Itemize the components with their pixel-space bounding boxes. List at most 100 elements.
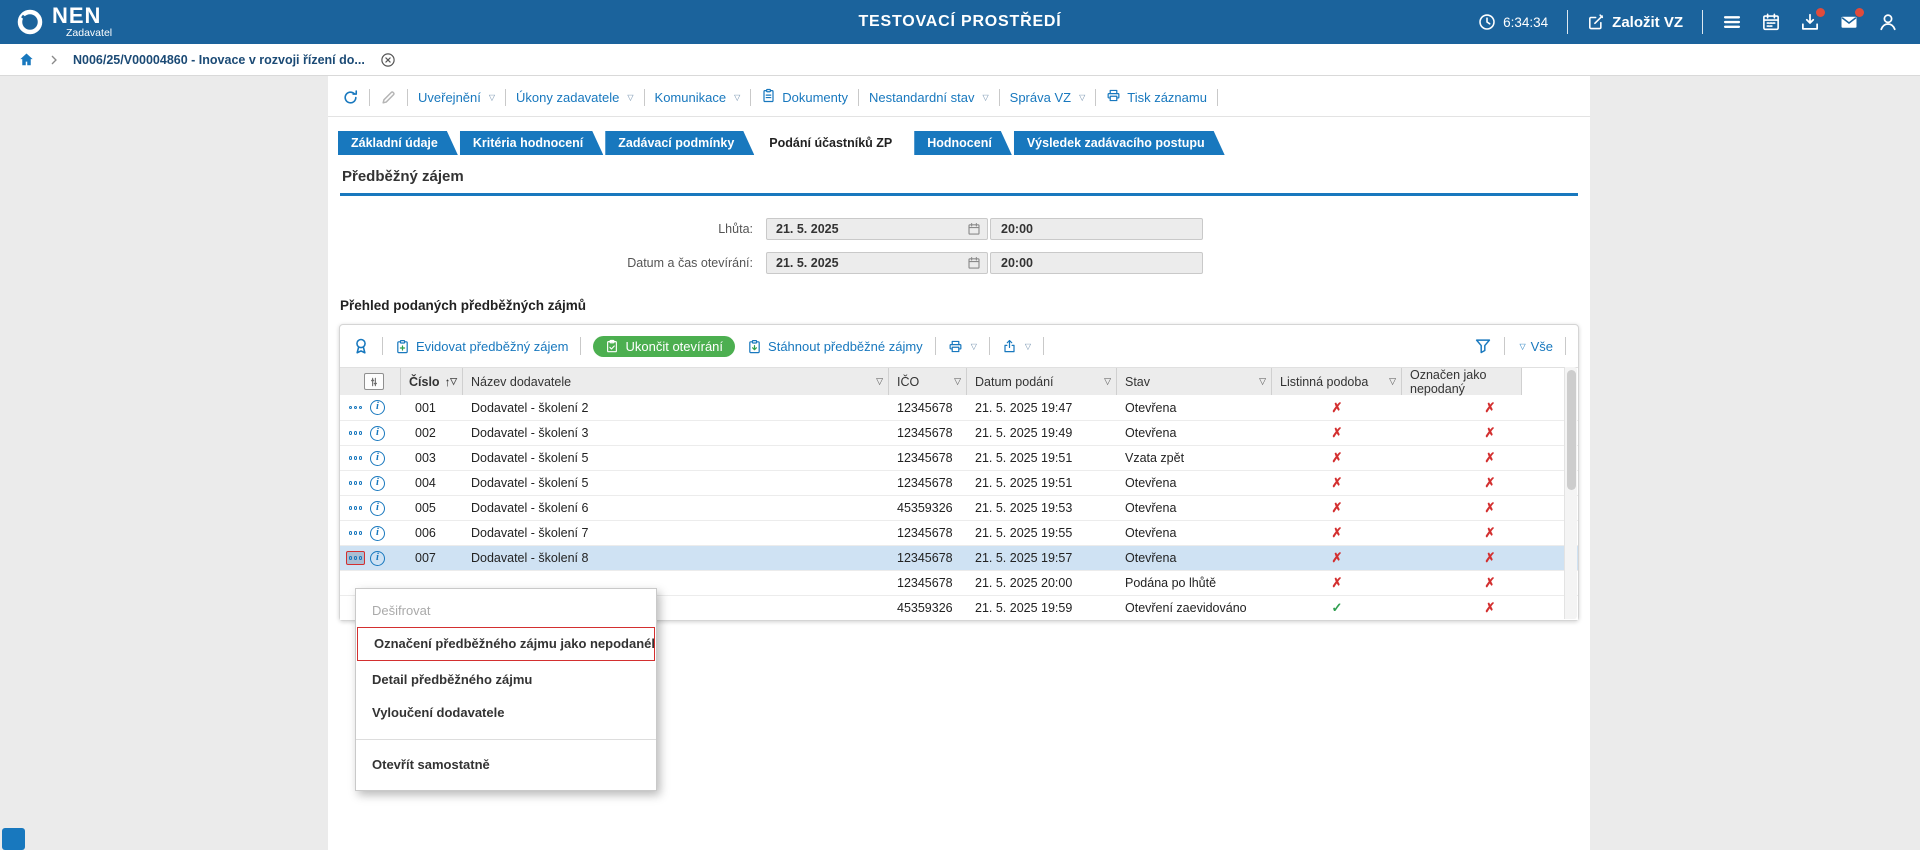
deadline-field-row: Lhůta:21. 5. 202520:00	[328, 218, 1590, 240]
tab-z-kladn-daje[interactable]: Základní údaje	[338, 131, 458, 155]
cross-icon: ✗	[1332, 400, 1343, 416]
tab-zad-vac-podm-nky[interactable]: Zadávací podmínky	[605, 131, 754, 155]
downloads-tray-button[interactable]	[1800, 12, 1820, 32]
calendar-icon[interactable]	[967, 256, 981, 270]
nen-logo[interactable]: NEN Zadavatel	[16, 5, 112, 39]
tab-krit-ria-hodnocen-[interactable]: Kritéria hodnocení	[460, 131, 603, 155]
table-row[interactable]: i004Dodavatel - školení 51234567821. 5. …	[340, 470, 1578, 495]
filter-icon[interactable]: ▽	[876, 376, 883, 387]
calendar-icon[interactable]	[1761, 12, 1781, 32]
logo-text: NEN	[52, 5, 112, 27]
row-info-button[interactable]: i	[370, 551, 385, 566]
corner-widget-button[interactable]	[2, 828, 25, 850]
row-menu-button[interactable]	[346, 426, 365, 440]
create-vz-button[interactable]: Založit VZ	[1587, 13, 1683, 31]
date-input[interactable]: 21. 5. 2025	[766, 252, 988, 274]
record-menu-nestandardn-stav[interactable]: Nestandardní stav▽	[869, 90, 989, 105]
record-menu--kony-zadavatele[interactable]: Úkony zadavatele▽	[516, 90, 634, 105]
menu-item-ozna-en-p-edb-n-ho-z-jmu-jako-nepodan-ho[interactable]: Označení předběžného zájmu jako nepodané…	[357, 627, 655, 661]
row-info-button[interactable]: i	[370, 400, 385, 415]
row-menu-button[interactable]	[346, 526, 365, 540]
filter-all-dropdown[interactable]: ▽ Vše	[1517, 339, 1553, 354]
column-header-list[interactable]: Listinná podoba▽	[1272, 368, 1402, 395]
award-icon[interactable]	[352, 337, 370, 355]
record-menu-spr-va-vz[interactable]: Správa VZ▽	[1010, 90, 1086, 105]
row-info-button[interactable]: i	[370, 526, 385, 541]
table-row[interactable]: i007Dodavatel - školení 81234567821. 5. …	[340, 545, 1578, 570]
tab-hodnocen-[interactable]: Hodnocení	[914, 131, 1012, 155]
cross-icon: ✗	[1332, 500, 1343, 516]
column-header-actions[interactable]	[340, 368, 401, 395]
breadcrumb-record-title[interactable]: N006/25/V00004860 - Inovace v rozvoji ří…	[73, 53, 365, 67]
record-menu-uve-ejn-n-[interactable]: Uveřejnění▽	[418, 90, 495, 105]
table-scrollbar[interactable]	[1564, 367, 1577, 619]
cell-nazev-dodavatele: Dodavatel - školení 8	[463, 546, 889, 570]
column-header-stav[interactable]: Stav▽	[1117, 368, 1272, 395]
row-menu-button[interactable]	[346, 476, 365, 490]
row-info-button[interactable]: i	[370, 426, 385, 441]
filter-icon[interactable]: ▽	[1389, 376, 1396, 387]
cell-oznacen-jako-nepodany: ✗	[1402, 421, 1578, 445]
time-input[interactable]: 20:00	[990, 252, 1203, 274]
record-menu-label: Komunikace	[655, 90, 727, 105]
record-menu-label: Úkony zadavatele	[516, 90, 619, 105]
table-toolbar: Evidovat předběžný zájem Ukončit otevírá…	[340, 325, 1578, 367]
filter-funnel-icon[interactable]	[1474, 337, 1492, 355]
record-menu-komunikace[interactable]: Komunikace▽	[655, 90, 741, 105]
date-input[interactable]: 21. 5. 2025	[766, 218, 988, 240]
cell-cislo: 007	[401, 546, 463, 570]
row-menu-button[interactable]	[346, 451, 365, 465]
row-menu-button[interactable]	[346, 501, 365, 515]
export-table-button[interactable]: ▽	[1002, 339, 1031, 354]
column-header-ico[interactable]: IČO▽	[889, 368, 967, 395]
menu-item-detail-p-edb-n-ho-z-jmu[interactable]: Detail předběžného zájmu	[356, 663, 656, 696]
row-actions-cell: i	[340, 546, 401, 570]
tab-v-sledek-zad-vac-ho-postupu[interactable]: Výsledek zadávacího postupu	[1014, 131, 1225, 155]
ukoncit-otevirani-button[interactable]: Ukončit otevírání	[593, 336, 735, 357]
cell-cislo: 006	[401, 521, 463, 545]
record-menu-label: Tisk záznamu	[1127, 90, 1207, 105]
user-profile-icon[interactable]	[1878, 12, 1898, 32]
row-info-button[interactable]: i	[370, 451, 385, 466]
content-panel: Uveřejnění▽Úkony zadavatele▽Komunikace▽D…	[328, 76, 1590, 850]
stahnout-predbezne-zajmy-button[interactable]: Stáhnout předběžné zájmy	[747, 339, 923, 354]
filter-icon[interactable]: ▽	[1259, 376, 1266, 387]
column-settings-icon[interactable]	[364, 373, 384, 390]
row-menu-button[interactable]	[346, 401, 365, 415]
record-menu-tisk-z-znamu[interactable]: Tisk záznamu	[1106, 88, 1207, 106]
table-row[interactable]: i006Dodavatel - školení 71234567821. 5. …	[340, 520, 1578, 545]
filter-icon[interactable]: ▽	[954, 376, 961, 387]
table-row[interactable]: i003Dodavatel - školení 51234567821. 5. …	[340, 445, 1578, 470]
menu-hamburger-icon[interactable]	[1722, 12, 1742, 32]
menu-item-vylou-en-dodavatele[interactable]: Vyloučení dodavatele	[356, 696, 656, 729]
row-info-button[interactable]: i	[370, 501, 385, 516]
column-header-nazev[interactable]: Název dodavatele▽	[463, 368, 889, 395]
filter-icon[interactable]: ▽	[450, 376, 457, 387]
close-record-icon[interactable]	[380, 52, 396, 68]
table-row[interactable]: i002Dodavatel - školení 31234567821. 5. …	[340, 420, 1578, 445]
cell-stav: Otevřena	[1117, 421, 1272, 445]
home-icon[interactable]	[18, 51, 35, 68]
toolbar-divider	[1217, 89, 1218, 106]
cell-ico: 12345678	[889, 446, 967, 470]
row-menu-button[interactable]	[346, 551, 365, 565]
record-menu-dokumenty[interactable]: Dokumenty	[761, 88, 848, 106]
print-table-button[interactable]: ▽	[948, 339, 977, 354]
evidovat-predbezny-zajem-button[interactable]: Evidovat předběžný zájem	[395, 339, 568, 354]
table-row[interactable]: i005Dodavatel - školení 64535932621. 5. …	[340, 495, 1578, 520]
row-actions-cell: i	[340, 395, 401, 420]
filter-icon[interactable]: ▽	[1104, 376, 1111, 387]
refresh-icon[interactable]	[342, 89, 359, 106]
column-header-datum[interactable]: Datum podání▽	[967, 368, 1117, 395]
row-info-button[interactable]: i	[370, 476, 385, 491]
toolbar-divider	[999, 89, 1000, 106]
calendar-icon[interactable]	[967, 222, 981, 236]
column-header-cislo[interactable]: Číslo↑▽	[401, 368, 463, 395]
messages-button[interactable]	[1839, 12, 1859, 32]
tab-pod-n-astn-k-zp[interactable]: Podání účastníků ZP	[756, 131, 912, 155]
menu-item-otev-t-samostatn-[interactable]: Otevřít samostatně	[356, 748, 656, 781]
time-input[interactable]: 20:00	[990, 218, 1203, 240]
column-header-ozn[interactable]: Označen jako nepodaný	[1402, 368, 1522, 395]
scrollbar-thumb[interactable]	[1567, 370, 1576, 490]
table-row[interactable]: i001Dodavatel - školení 21234567821. 5. …	[340, 395, 1578, 420]
